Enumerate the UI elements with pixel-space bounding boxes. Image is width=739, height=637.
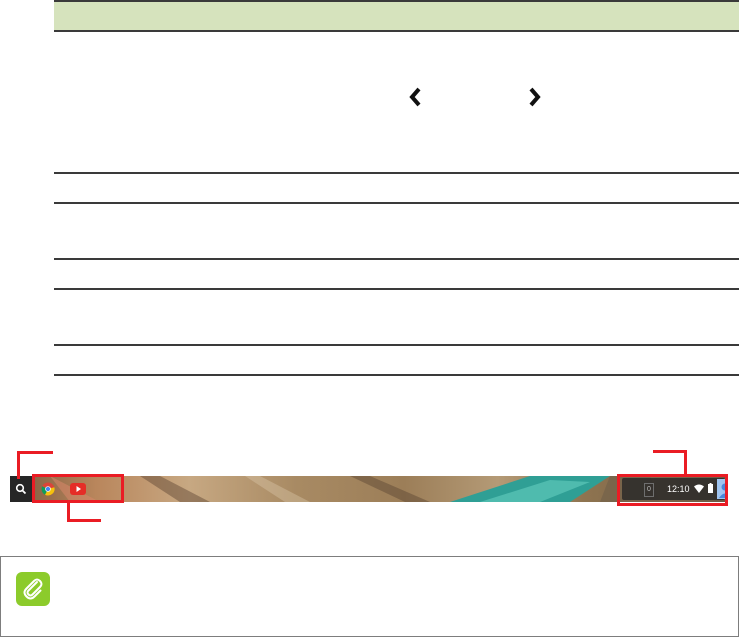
table-rule [54,288,739,290]
content-table [54,0,739,377]
table-rule [54,344,739,346]
callout-status-area [617,474,728,506]
callout-leader-launcher [17,451,20,479]
paperclip-icon [23,578,43,600]
table-rule [54,30,739,32]
table-rule [54,172,739,174]
callout-leader-status [684,450,687,475]
callout-leader-status [653,450,687,453]
table-header-row [54,0,739,30]
note-box [0,556,739,637]
chevron-right-icon [529,87,541,107]
callout-leader-launcher [17,451,53,454]
callout-pinned-apps [32,474,124,503]
note-icon [16,572,50,606]
chevron-left-icon [409,87,421,107]
search-icon [15,483,27,495]
table-rule [54,374,739,376]
table-rule [54,202,739,204]
table-rule [54,0,739,2]
launcher-button[interactable] [10,476,32,502]
table-rule [54,258,739,260]
callout-leader-apps [67,519,101,522]
